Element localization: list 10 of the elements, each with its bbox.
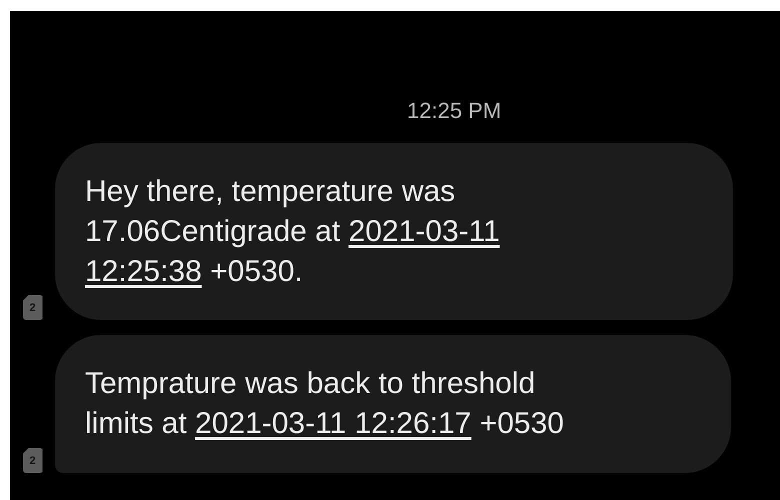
message-text: Hey there, temperature was 17.06Centigrade at 2021-03-11 12:25:38 +0530.: [85, 174, 501, 290]
message-text: Temprature was back to threshold limits at 2021-03-11 12:26:17 +0530: [85, 366, 565, 442]
message-bubble[interactable]: Temprature was back to threshold limits at 2021-03-11 12:26:17 +0530: [55, 335, 731, 473]
date-link[interactable]: 12:25:38: [85, 255, 202, 288]
message-bubble[interactable]: Hey there, temperature was 17.06Centigrade at 2021-03-11 12:25:38 +0530.: [55, 143, 733, 320]
date-link[interactable]: 2021-03-11: [348, 215, 500, 248]
sim-badge: 2: [22, 295, 42, 320]
message-time: 12:25 PM: [407, 98, 502, 123]
date-link[interactable]: 2021-03-11 12:26:17: [195, 407, 472, 440]
sim-badge: 2: [22, 448, 42, 473]
